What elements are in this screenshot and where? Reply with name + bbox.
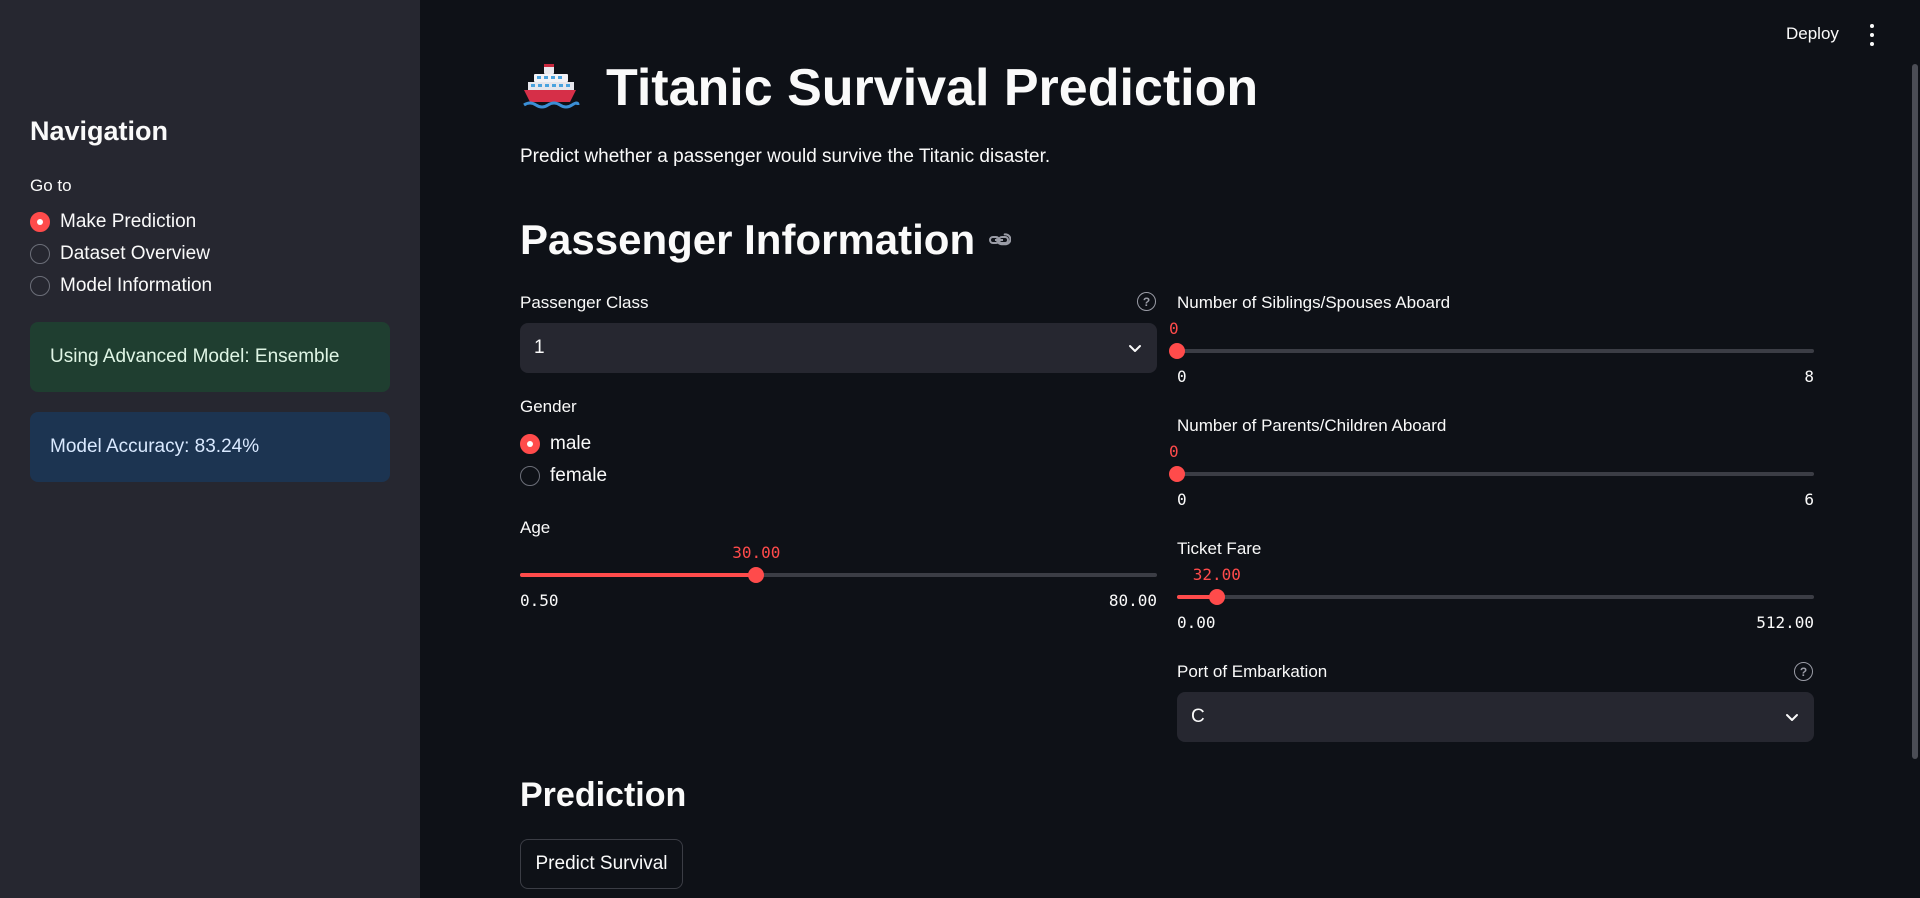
nav-option-make-prediction[interactable]: Make Prediction	[30, 206, 212, 238]
predict-survival-button[interactable]: Predict Survival	[520, 839, 683, 889]
slider-max: 80.00	[1108, 591, 1157, 610]
accuracy-alert: Model Accuracy: 83.24%	[30, 412, 390, 482]
nav-option-dataset-overview[interactable]: Dataset Overview	[30, 238, 212, 270]
siblings-slider[interactable]: 0 0 8	[1169, 311, 1814, 386]
fare-slider[interactable]: 32.00 0.00 512.00	[1177, 557, 1814, 632]
page-subtitle: Predict whether a passenger would surviv…	[520, 146, 1051, 167]
embarkation-value: C	[1191, 706, 1205, 727]
model-alert: Using Advanced Model: Ensemble	[30, 322, 390, 392]
radio-unselected-icon	[30, 276, 50, 296]
page-title: Titanic Survival Prediction	[606, 59, 1259, 117]
passenger-class-value: 1	[534, 337, 545, 358]
radio-selected-icon	[520, 434, 540, 454]
slider-track	[1177, 595, 1814, 599]
parents-slider[interactable]: 0 0 6	[1169, 434, 1814, 509]
link-icon[interactable]	[987, 228, 1012, 252]
slider-value: 0	[1169, 442, 1179, 461]
slider-track	[1177, 349, 1814, 353]
slider-min: 0.50	[520, 591, 559, 610]
age-slider[interactable]: 30.00 0.50 80.00	[520, 535, 1157, 610]
ship-icon	[523, 64, 580, 109]
slider-max: 8	[1804, 367, 1814, 386]
nav-option-model-information[interactable]: Model Information	[30, 270, 212, 302]
nav-option-label: Model Information	[60, 275, 213, 296]
slider-fill	[520, 573, 757, 577]
section-title-passenger-information: Passenger Information	[520, 216, 1012, 264]
gender-option-male[interactable]: male	[520, 428, 607, 460]
sidebar-title: Navigation	[30, 116, 169, 146]
navigation-radio-group: Make Prediction Dataset Overview Model I…	[30, 206, 212, 302]
section-title-text: Prediction	[520, 776, 687, 814]
section-title-text: Passenger Information	[520, 216, 976, 263]
gender-option-label: male	[550, 433, 592, 454]
slider-min: 0	[1177, 367, 1187, 386]
embarkation-select[interactable]: C	[1177, 692, 1814, 742]
embarkation-label: Port of Embarkation	[1177, 662, 1328, 681]
help-icon[interactable]: ?	[1794, 662, 1813, 681]
section-title-prediction: Prediction	[520, 776, 686, 815]
slider-min: 0.00	[1177, 613, 1216, 632]
slider-max: 512.00	[1756, 613, 1814, 632]
slider-thumb[interactable]	[748, 567, 765, 583]
passenger-class-label: Passenger Class	[520, 293, 649, 312]
gender-option-female[interactable]: female	[520, 460, 607, 492]
sidebar: Navigation Go to Make Prediction Dataset…	[0, 0, 420, 898]
fare-label: Ticket Fare	[1177, 539, 1262, 558]
chevron-down-icon	[1129, 345, 1141, 352]
parents-label: Number of Parents/Children Aboard	[1177, 416, 1447, 435]
nav-option-label: Make Prediction	[60, 211, 197, 232]
deploy-button[interactable]: Deploy	[1786, 24, 1839, 44]
nav-option-label: Dataset Overview	[60, 243, 210, 264]
slider-thumb[interactable]	[1208, 589, 1225, 605]
gender-label: Gender	[520, 397, 577, 416]
radio-unselected-icon	[520, 466, 540, 486]
slider-max: 6	[1804, 490, 1814, 509]
gender-option-label: female	[550, 465, 608, 486]
radio-unselected-icon	[30, 244, 50, 264]
siblings-label: Number of Siblings/Spouses Aboard	[1177, 293, 1451, 312]
passenger-class-select[interactable]: 1	[520, 323, 1157, 373]
kebab-menu-icon[interactable]	[1862, 24, 1882, 46]
gender-radio-group: male female	[520, 428, 607, 492]
slider-value: 0	[1169, 319, 1179, 338]
slider-thumb[interactable]	[1169, 343, 1185, 359]
slider-thumb[interactable]	[1169, 466, 1185, 482]
radio-selected-icon	[30, 212, 50, 232]
slider-value: 30.00	[732, 543, 781, 562]
slider-min: 0	[1177, 490, 1187, 509]
scrollbar[interactable]	[1912, 64, 1918, 759]
goto-label: Go to	[30, 176, 72, 195]
help-icon[interactable]: ?	[1137, 292, 1156, 311]
slider-track	[1177, 472, 1814, 476]
page-header: Titanic Survival Prediction	[520, 58, 1258, 118]
slider-value: 32.00	[1192, 565, 1241, 584]
chevron-down-icon	[1786, 714, 1798, 721]
